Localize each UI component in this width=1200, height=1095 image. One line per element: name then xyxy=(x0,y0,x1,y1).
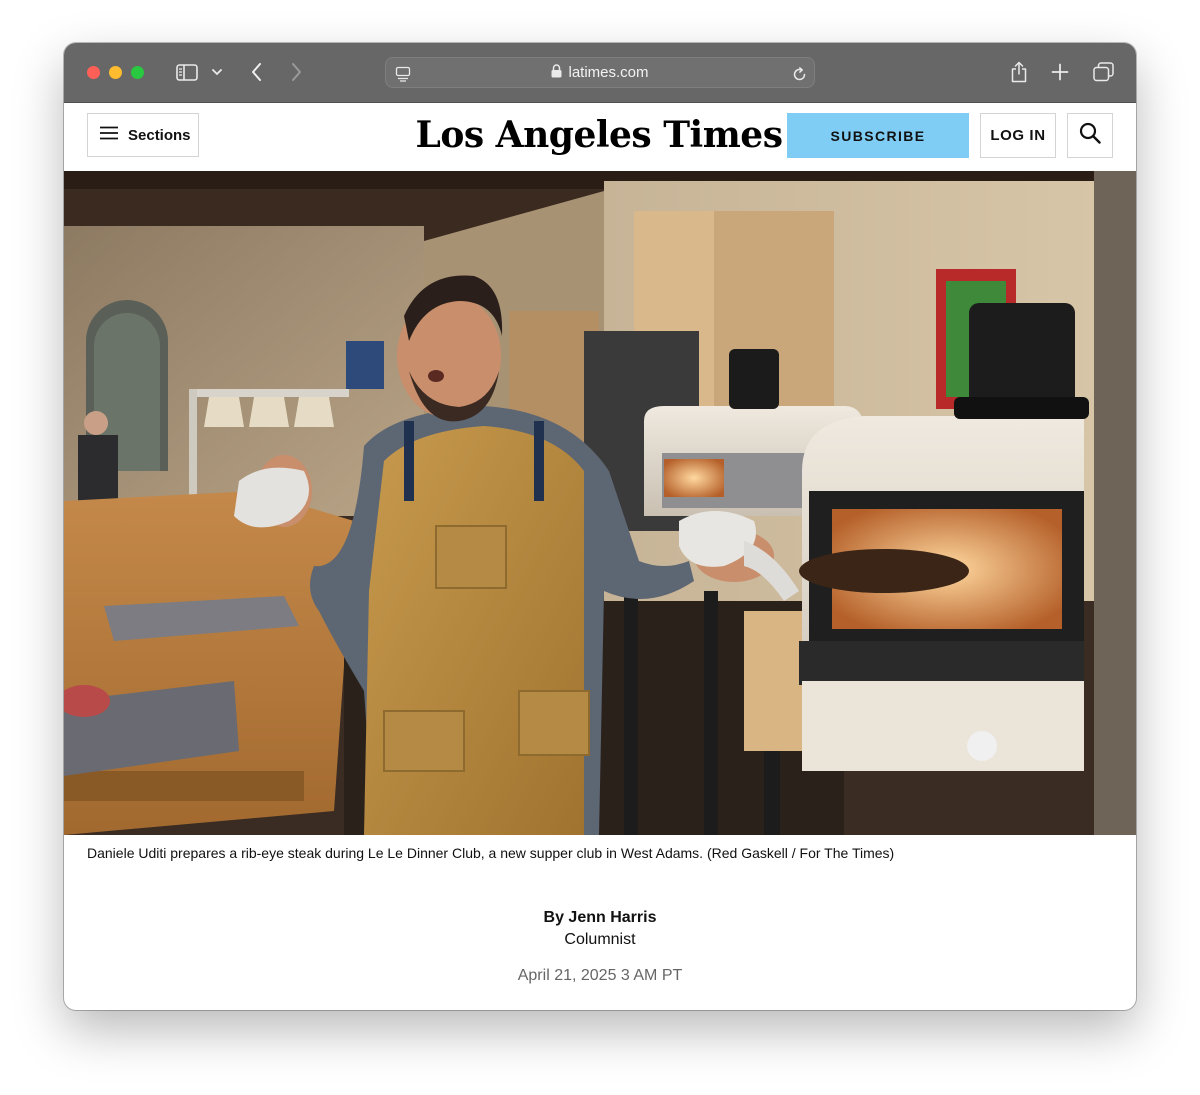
plus-icon[interactable] xyxy=(1049,59,1071,85)
sidebar-icon[interactable] xyxy=(174,59,200,85)
hero-photo xyxy=(64,171,1136,835)
address-bar[interactable]: latimes.com xyxy=(385,57,815,88)
chevron-right-icon[interactable] xyxy=(286,59,306,85)
search-button[interactable] xyxy=(1067,113,1113,158)
site-header: Sections Los Angeles Times SUBSCRIBE LOG… xyxy=(64,103,1136,171)
close-window-button[interactable] xyxy=(87,66,100,79)
sections-button[interactable]: Sections xyxy=(87,113,199,157)
hamburger-icon xyxy=(100,126,118,144)
url-display: latimes.com xyxy=(385,57,815,88)
photo-caption: Daniele Uditi prepares a rib-eye steak d… xyxy=(87,845,895,861)
author-name[interactable]: By Jenn Harris xyxy=(64,907,1136,929)
site-logo[interactable]: Los Angeles Times xyxy=(416,111,783,159)
reload-icon[interactable] xyxy=(789,61,809,87)
article-byline: By Jenn Harris Columnist April 21, 2025 … xyxy=(64,907,1136,987)
chevron-down-icon[interactable] xyxy=(209,59,225,85)
lock-icon xyxy=(551,63,562,82)
url-text: latimes.com xyxy=(568,64,649,81)
minimize-window-button[interactable] xyxy=(109,66,122,79)
sections-label: Sections xyxy=(128,126,191,144)
zoom-window-button[interactable] xyxy=(131,66,144,79)
tabs-overview-icon[interactable] xyxy=(1091,59,1115,85)
subscribe-button[interactable]: SUBSCRIBE xyxy=(787,113,969,158)
browser-toolbar: latimes.com xyxy=(64,43,1136,103)
chevron-left-icon[interactable] xyxy=(246,59,266,85)
browser-window: latimes.com Sections Los Angeles Times S… xyxy=(64,43,1136,1010)
author-role: Columnist xyxy=(564,931,636,948)
login-button[interactable]: LOG IN xyxy=(980,113,1056,158)
share-icon[interactable] xyxy=(1008,59,1030,85)
publish-date: April 21, 2025 3 AM PT xyxy=(517,967,683,984)
search-icon xyxy=(1079,122,1101,149)
